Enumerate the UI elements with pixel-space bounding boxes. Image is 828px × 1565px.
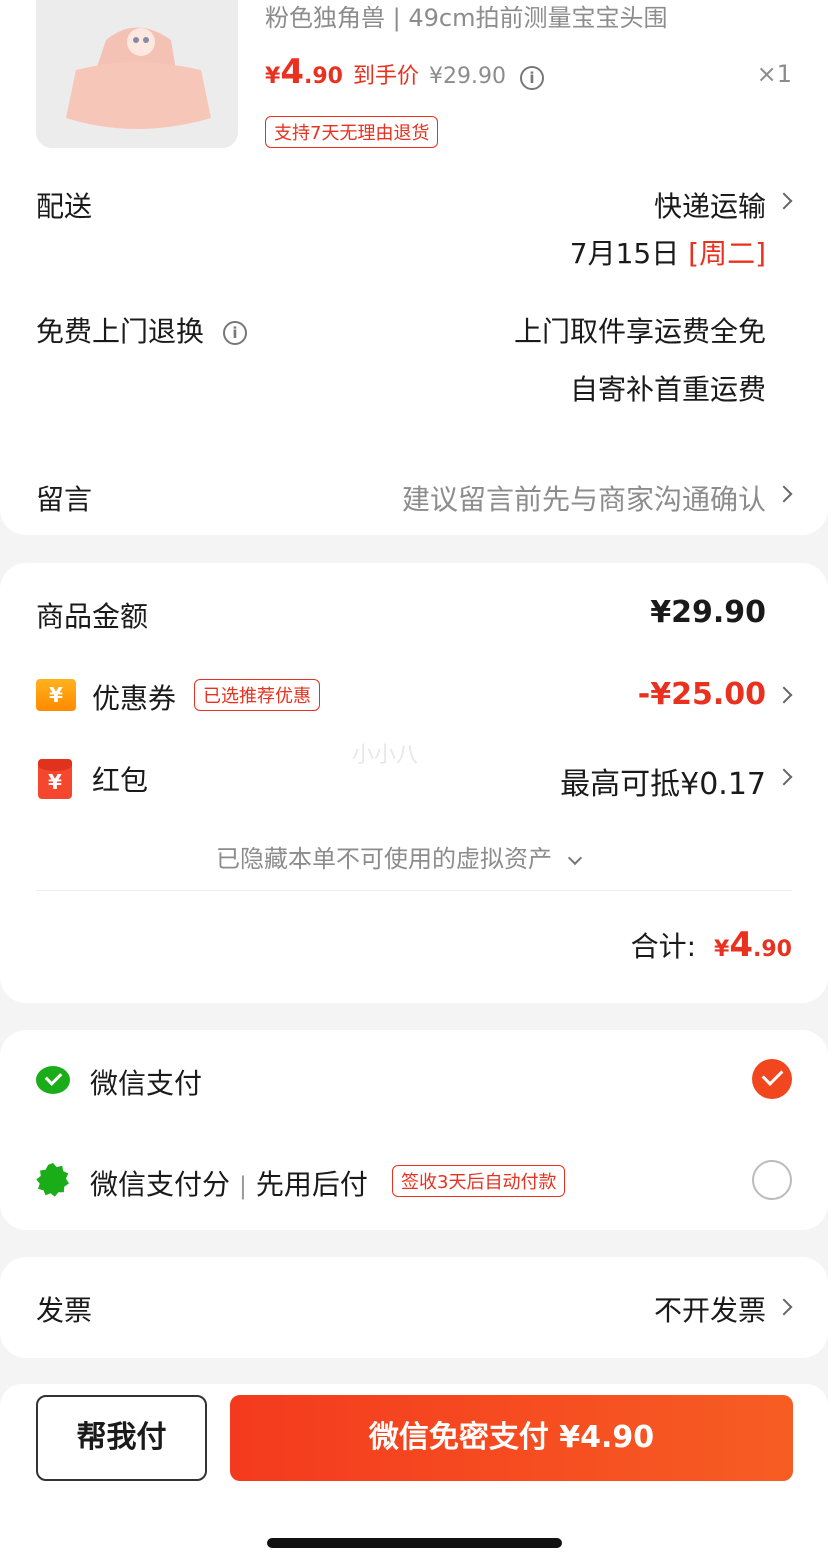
info-icon[interactable]: i bbox=[222, 321, 247, 345]
product-spec: 粉色独角兽 | 49cm拍前测量宝宝头围 bbox=[265, 4, 668, 32]
wechat-score-separator: | bbox=[238, 1172, 248, 1200]
coupon-tag: 已选推荐优惠 bbox=[194, 679, 320, 711]
chevron-right-icon[interactable] bbox=[775, 768, 793, 786]
chevron-right-icon[interactable] bbox=[775, 192, 793, 210]
home-indicator[interactable] bbox=[267, 1538, 562, 1548]
return-policy-tag: 支持7天无理由退货 bbox=[265, 116, 439, 148]
wechat-pay-icon bbox=[36, 1066, 70, 1094]
chevron-right-icon[interactable] bbox=[775, 686, 793, 704]
coupon-icon: ¥ bbox=[36, 679, 76, 711]
delivery-label: 配送 bbox=[36, 190, 93, 223]
hidden-assets-toggle[interactable]: 已隐藏本单不可使用的虚拟资产 bbox=[216, 839, 582, 874]
coupon-value[interactable]: -¥25.00 bbox=[638, 677, 766, 712]
wechat-score-row: 微信支付分 | 先用后付 bbox=[90, 1163, 368, 1203]
invoice-label: 发票 bbox=[36, 1294, 93, 1327]
red-packet-icon: ¥ bbox=[38, 759, 72, 799]
chevron-down-icon bbox=[567, 850, 582, 866]
wechat-score-radio[interactable] bbox=[752, 1160, 792, 1200]
payment-method-card: 微信支付 微信支付分 | 先用后付 签收3天后自动付款 bbox=[0, 1030, 828, 1230]
goods-amount-label: 商品金额 bbox=[36, 600, 149, 633]
price-integer: 4 bbox=[280, 52, 304, 92]
total-row: 合计: ¥ 4 .90 bbox=[631, 925, 792, 965]
invoice-card[interactable]: 发票 不开发票 bbox=[0, 1257, 828, 1358]
free-return-label: 免费上门退换 i bbox=[36, 310, 247, 350]
help-me-pay-button[interactable]: 帮我付 bbox=[36, 1395, 207, 1481]
wechat-score-tag: 签收3天后自动付款 bbox=[392, 1165, 566, 1197]
price-row: ¥ 4 .90 到手价 ¥29.90 i bbox=[265, 52, 544, 92]
message-label: 留言 bbox=[36, 483, 93, 516]
order-info-card: 粉色独角兽 | 49cm拍前测量宝宝头围 ¥ 4 .90 到手价 ¥29.90 … bbox=[0, 0, 828, 535]
total-decimal: .90 bbox=[753, 937, 792, 962]
message-input[interactable]: 建议留言前先与商家沟通确认 bbox=[402, 478, 766, 518]
free-return-line2: 自寄补首重运费 bbox=[569, 373, 766, 406]
coupon-label: 优惠券 bbox=[92, 682, 177, 715]
hat-image bbox=[36, 0, 238, 148]
wechat-pay-label: 微信支付 bbox=[90, 1067, 203, 1100]
total-symbol: ¥ bbox=[714, 937, 730, 962]
delivery-weekday: [周二] bbox=[688, 237, 766, 270]
wechat-pay-radio-checked[interactable] bbox=[752, 1059, 792, 1099]
final-price-label: 到手价 bbox=[352, 64, 419, 89]
red-packet-value[interactable]: 最高可抵¥0.17 bbox=[560, 759, 766, 803]
total-integer: 4 bbox=[729, 925, 754, 965]
goods-amount-value: ¥29.90 bbox=[650, 595, 766, 630]
info-icon[interactable]: i bbox=[519, 66, 544, 90]
quantity: ×1 bbox=[756, 60, 792, 88]
delivery-date: 7月15日 bbox=[569, 237, 680, 270]
total-label: 合计: bbox=[630, 930, 697, 963]
price-decimal: .90 bbox=[303, 64, 343, 89]
delivery-method[interactable]: 快递运输 bbox=[654, 185, 766, 225]
wechat-score-label: 微信支付分 bbox=[90, 1168, 231, 1201]
bottom-action-bar: 帮我付 微信免密支付 ¥4.90 bbox=[0, 1384, 828, 1565]
price-symbol: ¥ bbox=[265, 64, 281, 89]
amount-card: 商品金额 ¥29.90 ¥ 优惠券 已选推荐优惠 -¥25.00 ¥ 红包 小小… bbox=[0, 563, 828, 1003]
red-packet-label: 红包 bbox=[92, 764, 149, 797]
watermark-text: 小小八 bbox=[352, 743, 419, 768]
original-price: ¥29.90 bbox=[428, 64, 506, 89]
divider bbox=[36, 890, 792, 891]
chevron-right-icon[interactable] bbox=[775, 1298, 793, 1316]
delivery-date-row: 7月15日 [周二] bbox=[570, 232, 766, 272]
invoice-value[interactable]: 不开发票 bbox=[654, 1289, 766, 1329]
chevron-right-icon[interactable] bbox=[775, 485, 793, 503]
product-image[interactable] bbox=[36, 0, 238, 148]
hidden-assets-text: 已隐藏本单不可使用的虚拟资产 bbox=[216, 845, 552, 873]
wechat-score-sub: 先用后付 bbox=[255, 1168, 368, 1201]
free-return-text: 免费上门退换 bbox=[36, 315, 205, 348]
wechat-pay-score-icon bbox=[36, 1163, 69, 1197]
wechat-password-free-pay-button[interactable]: 微信免密支付 ¥4.90 bbox=[230, 1395, 793, 1481]
free-return-line1: 上门取件享运费全免 bbox=[513, 315, 766, 348]
